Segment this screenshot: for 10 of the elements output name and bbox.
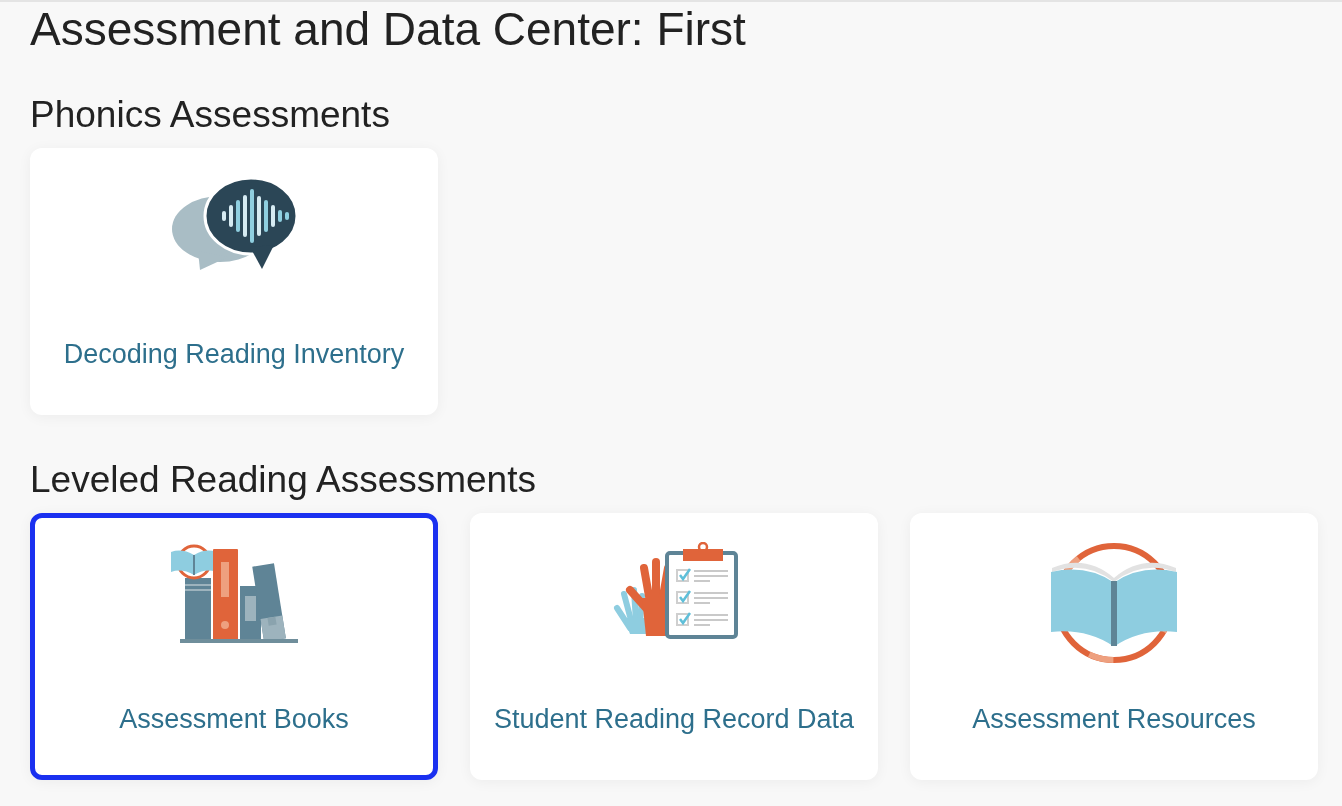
- section-heading: Phonics Assessments: [30, 94, 391, 136]
- section-heading: Leveled Reading Assessments: [30, 459, 537, 501]
- page-title: Assessment and Data Center: First: [30, 2, 747, 56]
- open-book-icon: [1050, 542, 1178, 664]
- assessment-card[interactable]: Decoding Reading Inventory: [30, 148, 438, 415]
- assessment-card[interactable]: Assessment Books: [30, 513, 438, 780]
- assessment-card[interactable]: Student Reading Record Data: [470, 513, 878, 780]
- speech-bubble-icon: [170, 177, 298, 271]
- assessment-card[interactable]: Assessment Resources: [910, 513, 1318, 780]
- bookshelf-icon: [170, 542, 298, 644]
